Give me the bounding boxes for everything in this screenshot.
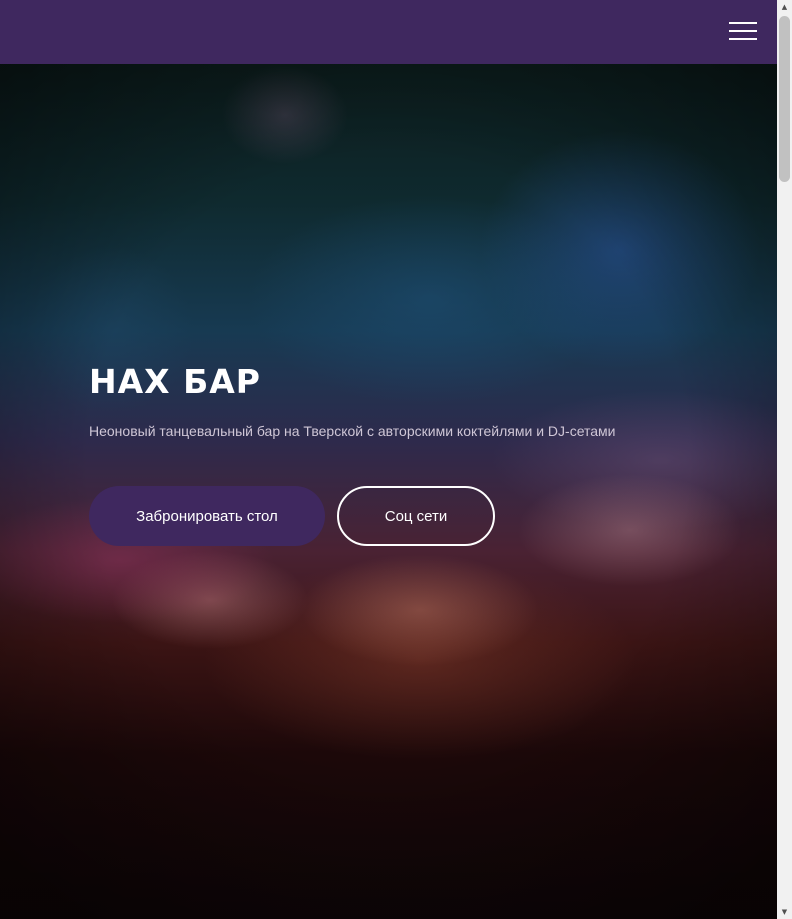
top-header [0,0,777,64]
burger-line [729,38,757,40]
burger-line [729,22,757,24]
burger-line [729,30,757,32]
page-viewport: НАХ БАР Неоновый танцевальный бар на Тве… [0,0,777,919]
hero-title: НАХ БАР [89,362,261,401]
scroll-down-arrow-icon[interactable]: ▼ [777,905,792,919]
hero-content: НАХ БАР Неоновый танцевальный бар на Тве… [89,362,616,546]
hero-subtitle: Неоновый танцевальный бар на Тверской с … [89,423,616,439]
book-table-button[interactable]: Забронировать стол [89,486,325,546]
vertical-scrollbar[interactable]: ▲ ▼ [777,0,792,919]
social-links-button[interactable]: Соц сети [337,486,495,546]
hero-buttons: Забронировать стол Соц сети [89,486,616,546]
scrollbar-thumb[interactable] [779,16,790,182]
scroll-up-arrow-icon[interactable]: ▲ [777,0,792,14]
hamburger-menu-icon[interactable] [729,20,757,42]
